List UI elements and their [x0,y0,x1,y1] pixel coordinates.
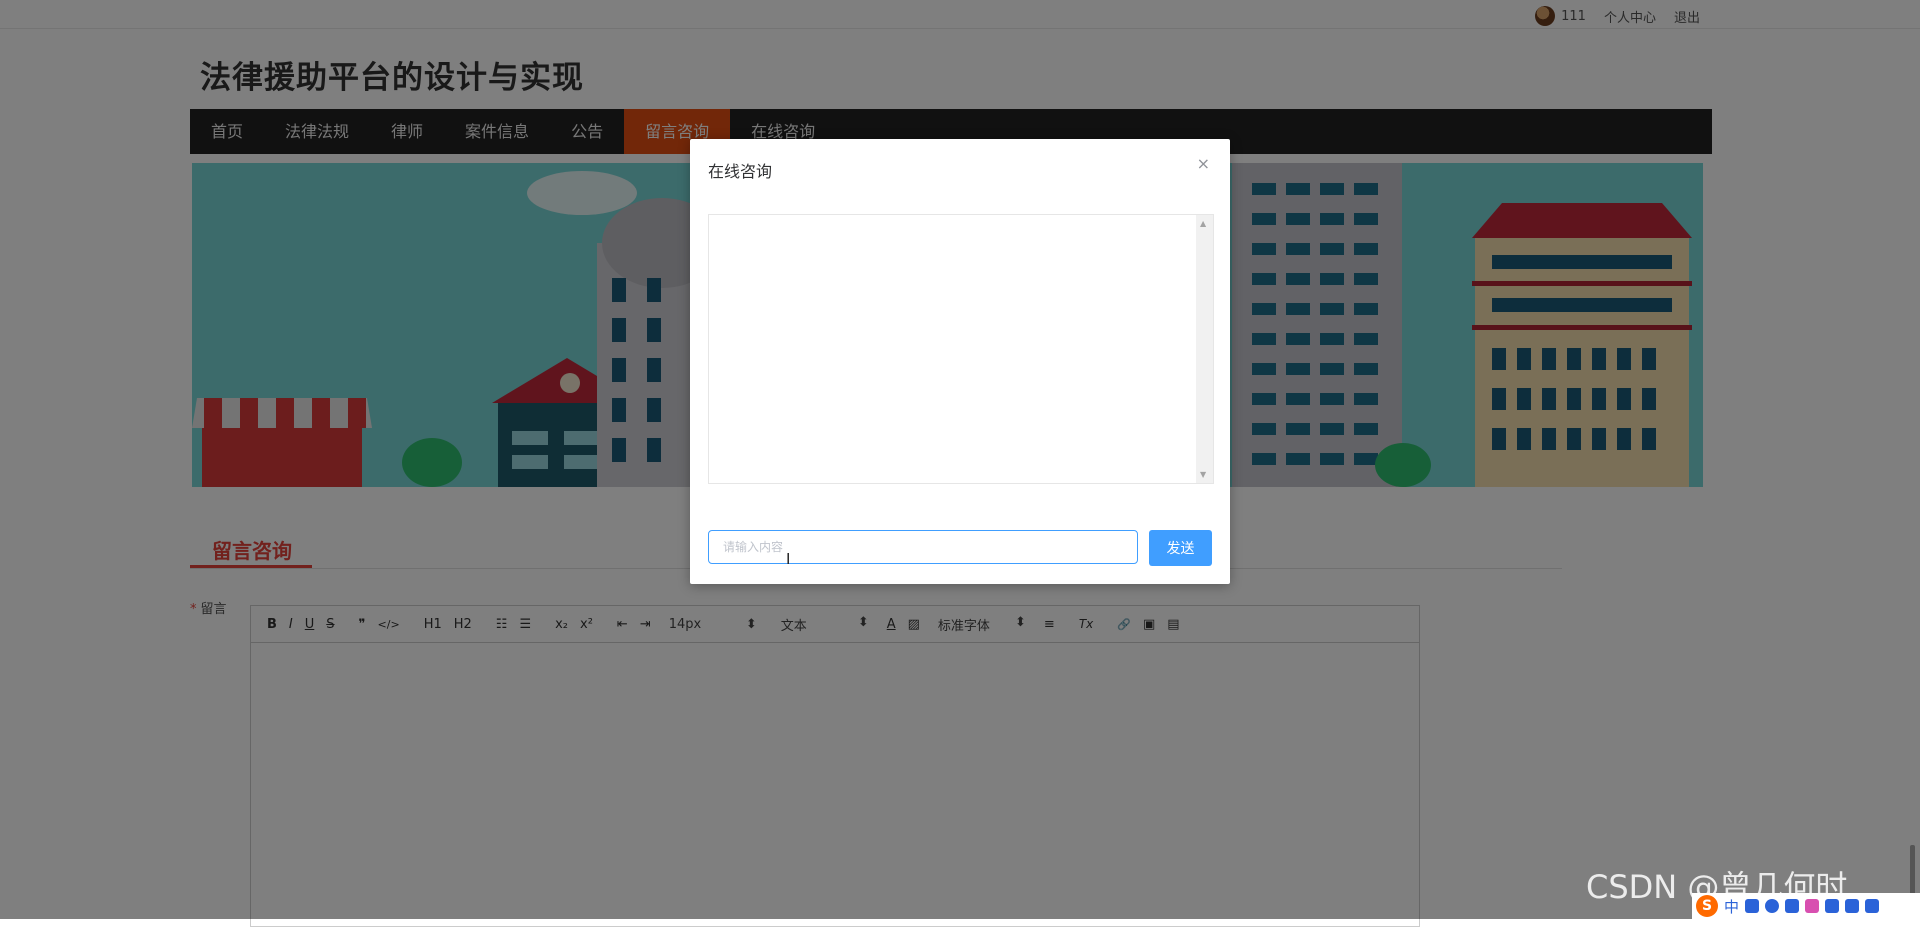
send-button[interactable]: 发送 [1149,530,1212,566]
chat-scrollbar[interactable]: ▲ ▼ [1196,215,1213,483]
grid-icon[interactable] [1845,899,1860,913]
scroll-down-icon[interactable]: ▼ [1200,470,1206,479]
keyboard-icon[interactable] [1785,899,1800,913]
skin-icon[interactable] [1805,899,1820,913]
message-input[interactable] [708,530,1138,564]
scroll-up-icon[interactable]: ▲ [1200,219,1206,228]
chat-history[interactable]: ▲ ▼ [708,214,1214,484]
page-scrollbar[interactable] [1910,845,1915,895]
dialog-title: 在线咨询 [708,162,773,181]
online-consult-dialog: 在线咨询 × ▲ ▼ 发送 [690,139,1230,584]
system-tray: S 中 [1692,893,1920,919]
punctuation-icon[interactable] [1745,899,1760,913]
microphone-icon[interactable] [1765,899,1780,913]
close-icon[interactable]: × [1197,154,1210,173]
ime-logo-icon[interactable]: S [1696,895,1718,917]
tools-icon[interactable] [1825,899,1840,913]
text-cursor-icon: I [786,550,791,568]
ime-language[interactable]: 中 [1724,896,1739,917]
settings-icon[interactable] [1865,899,1880,913]
